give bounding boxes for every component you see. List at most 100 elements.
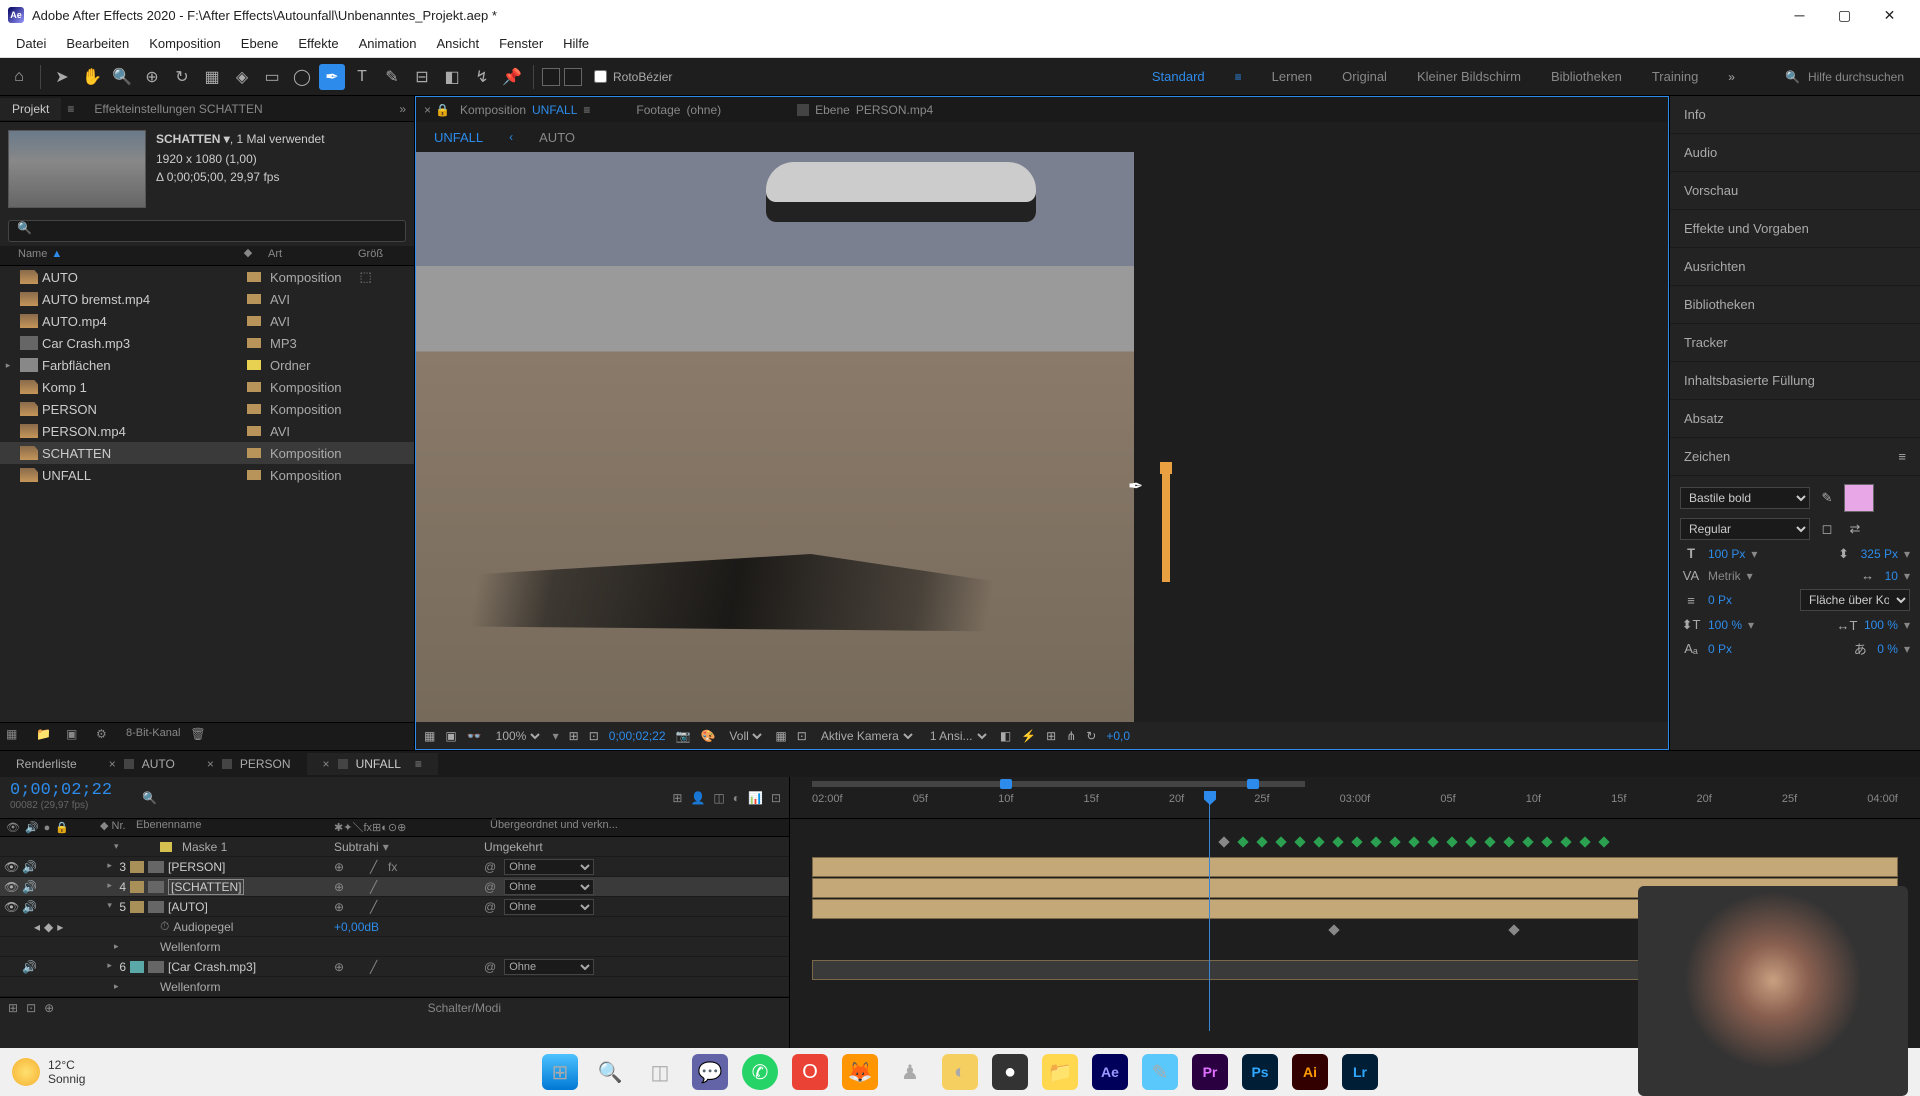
tsume-value[interactable]: 0 % xyxy=(1877,642,1898,656)
fx-switch[interactable] xyxy=(388,880,402,894)
layer-row-4[interactable]: 👁 🔊 ▸4 [SCHATTEN] ⊕ ╱ @ Ohne xyxy=(0,877,789,897)
switches-modes-toggle[interactable]: Schalter/Modi xyxy=(428,1001,501,1015)
rotate-tool[interactable]: ↻ xyxy=(169,64,195,90)
project-settings-icon[interactable]: ⚙ xyxy=(96,727,116,747)
layer-label-swatch[interactable] xyxy=(130,881,144,893)
wellenform-prop[interactable]: Wellenform xyxy=(130,940,334,954)
shy-switch[interactable]: ⊕ xyxy=(334,900,348,914)
taskbar-app1[interactable]: O xyxy=(792,1054,828,1090)
parent-select[interactable]: Ohne xyxy=(504,959,594,975)
keyframe-nav-next[interactable]: ▸ xyxy=(57,920,63,934)
orbit-tool[interactable]: ⊕ xyxy=(139,64,165,90)
solo-toggle[interactable] xyxy=(40,960,54,974)
project-item-auto-bremst-mp4[interactable]: AUTO bremst.mp4 AVI xyxy=(0,288,414,310)
close-button[interactable]: ✕ xyxy=(1867,0,1912,30)
panel-vorschau[interactable]: Vorschau xyxy=(1670,172,1920,210)
maximize-button[interactable]: ▢ xyxy=(1822,0,1867,30)
solo-toggle[interactable] xyxy=(40,860,54,874)
tl-zoom-in-icon[interactable]: ⊕ xyxy=(44,1001,54,1015)
tl-toggle-switches-icon[interactable]: ⊞ xyxy=(8,1001,18,1015)
layer-label-swatch[interactable] xyxy=(130,961,144,973)
tl-graph-editor-icon[interactable]: 📊 xyxy=(748,791,763,805)
visibility-toggle[interactable]: 👁 xyxy=(4,900,18,914)
project-item-auto[interactable]: AUTO Komposition ⬚ xyxy=(0,266,414,288)
collapse-switch[interactable] xyxy=(352,860,366,874)
brush-tool[interactable]: ✎ xyxy=(379,64,405,90)
panel-inhaltsfuellung[interactable]: Inhaltsbasierte Füllung xyxy=(1670,362,1920,400)
label-swatch[interactable] xyxy=(247,404,261,414)
panel-effekte[interactable]: Effekte und Vorgaben xyxy=(1670,210,1920,248)
panel-zeichen[interactable]: Zeichen≡ xyxy=(1670,438,1920,476)
snapshot-icon[interactable]: 📷 xyxy=(676,729,691,743)
parent-pickwhip-icon[interactable]: @ xyxy=(484,900,496,914)
pixel-aspect-icon[interactable]: ◧ xyxy=(1000,729,1011,743)
reset-exposure-icon[interactable]: ↻ xyxy=(1086,729,1096,743)
parent-pickwhip-icon[interactable]: @ xyxy=(484,860,496,874)
camera-tool[interactable]: ▦ xyxy=(199,64,225,90)
mask-name[interactable]: Maske 1 xyxy=(182,840,227,854)
new-comp-icon[interactable]: ▣ xyxy=(66,727,86,747)
anchor-tool[interactable]: ◈ xyxy=(229,64,255,90)
mask-mode-select[interactable]: Subtrahi xyxy=(334,840,379,854)
label-swatch[interactable] xyxy=(247,272,261,282)
solo-toggle[interactable] xyxy=(40,900,54,914)
eyedropper-icon[interactable]: ✎ xyxy=(1816,490,1838,506)
no-fill-icon[interactable]: ◻ xyxy=(1816,521,1838,537)
layer-label-swatch[interactable] xyxy=(130,861,144,873)
layer-name[interactable]: [PERSON] xyxy=(168,860,225,874)
zoom-tool[interactable]: 🔍 xyxy=(109,64,135,90)
panel-tracker[interactable]: Tracker xyxy=(1670,324,1920,362)
quality-switch[interactable]: ╱ xyxy=(370,960,384,974)
label-swatch[interactable] xyxy=(247,426,261,436)
color-mgmt-icon[interactable]: 🎨 xyxy=(700,729,715,743)
parent-select[interactable]: Ohne xyxy=(504,859,594,875)
work-area-start[interactable] xyxy=(1000,779,1012,789)
rotobezier-checkbox[interactable]: RotoBézier xyxy=(594,70,672,84)
expand-layer[interactable]: ▸ xyxy=(107,880,119,894)
mask-keyframes[interactable] xyxy=(1220,838,1608,846)
panel-ausrichten[interactable]: Ausrichten xyxy=(1670,248,1920,286)
text-color-swatch[interactable] xyxy=(1844,484,1874,512)
collapse-switch[interactable] xyxy=(352,960,366,974)
roi-icon[interactable]: ⊡ xyxy=(589,729,599,743)
bit-depth[interactable]: 8-Bit-Kanal xyxy=(126,727,180,747)
stopwatch-icon[interactable]: ⏱ xyxy=(160,919,169,934)
lock-icon[interactable]: 🔒 xyxy=(435,103,450,117)
subtab-unfall[interactable]: UNFALL xyxy=(434,130,483,145)
trash-icon[interactable]: 🗑 xyxy=(190,727,210,747)
collapse-switch[interactable] xyxy=(352,880,366,894)
label-swatch[interactable] xyxy=(247,316,261,326)
project-item-farbfl-chen[interactable]: ▸ Farbflächen Ordner xyxy=(0,354,414,376)
menu-datei[interactable]: Datei xyxy=(6,32,56,55)
selection-tool[interactable]: ➤ xyxy=(49,64,75,90)
tl-tab-auto[interactable]: ×AUTO xyxy=(93,753,191,775)
taskbar-app2[interactable]: ♟ xyxy=(892,1054,928,1090)
panel-audio[interactable]: Audio xyxy=(1670,134,1920,172)
taskbar-pr[interactable]: Pr xyxy=(1192,1054,1228,1090)
quality-switch[interactable]: ╱ xyxy=(370,860,384,874)
interpret-footage-icon[interactable]: ▦ xyxy=(6,727,26,747)
camera-select[interactable]: Aktive Kamera xyxy=(817,728,916,744)
effect-settings-tab[interactable]: Effekteinstellungen SCHATTEN xyxy=(94,102,262,116)
tl-tab-person[interactable]: ×PERSON xyxy=(191,753,307,775)
timeline-icon[interactable]: ⊞ xyxy=(1046,729,1056,743)
pen-path-handle[interactable] xyxy=(1162,472,1170,582)
layer-label-swatch[interactable] xyxy=(130,901,144,913)
fx-switch[interactable]: fx xyxy=(388,860,402,874)
visibility-toggle[interactable]: 👁 xyxy=(4,880,18,894)
start-button[interactable]: ⊞ xyxy=(542,1054,578,1090)
lock-toggle[interactable] xyxy=(58,860,72,874)
taskbar-app4[interactable]: ✎ xyxy=(1142,1054,1178,1090)
label-swatch[interactable] xyxy=(247,338,261,348)
pen-tool[interactable]: ✒ xyxy=(319,64,345,90)
fx-switch[interactable] xyxy=(388,900,402,914)
project-item-unfall[interactable]: UNFALL Komposition xyxy=(0,464,414,486)
panel-overflow-icon[interactable]: » xyxy=(399,102,406,116)
project-item-schatten[interactable]: SCHATTEN Komposition xyxy=(0,442,414,464)
taskbar-ae[interactable]: Ae xyxy=(1092,1054,1128,1090)
track-person[interactable] xyxy=(812,857,1898,877)
taskbar-explorer[interactable]: 📁 xyxy=(1042,1054,1078,1090)
vscale-value[interactable]: 100 % xyxy=(1708,618,1742,632)
col-type-header[interactable]: Art xyxy=(264,246,354,265)
col-name-header[interactable]: Name▲ xyxy=(0,246,232,265)
